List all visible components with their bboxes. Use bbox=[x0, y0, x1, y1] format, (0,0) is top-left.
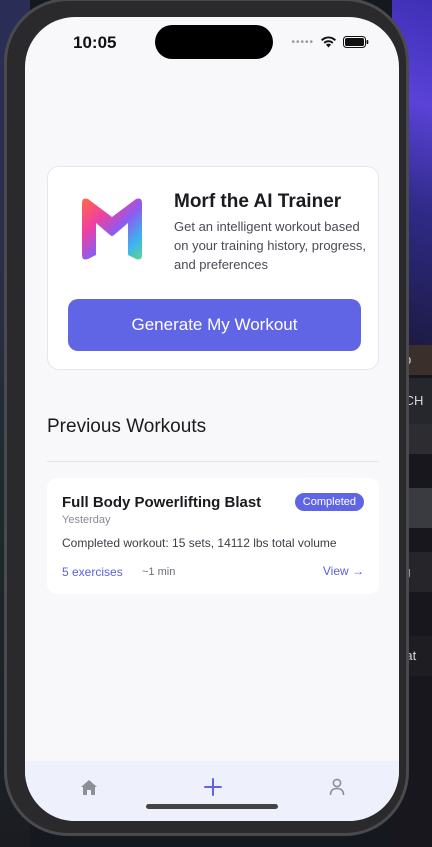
status-badge: Completed bbox=[294, 493, 364, 511]
dynamic-island bbox=[155, 25, 273, 59]
app-screen: 10:05 ••••• Morf the AI Trainer Get an i… bbox=[25, 17, 399, 821]
card-description: Get an intelligent workout based on your… bbox=[174, 219, 366, 272]
plus-icon bbox=[204, 778, 222, 796]
tab-home[interactable] bbox=[77, 775, 101, 799]
workout-summary: Completed workout: 15 sets, 14112 lbs to… bbox=[62, 536, 337, 550]
workout-card[interactable]: Full Body Powerlifting Blast Completed Y… bbox=[47, 478, 379, 594]
phone-frame: 10:05 ••••• Morf the AI Trainer Get an i… bbox=[4, 0, 409, 836]
home-indicator bbox=[146, 804, 278, 809]
card-title: Morf the AI Trainer bbox=[174, 191, 342, 212]
workout-date: Yesterday bbox=[62, 514, 111, 526]
battery-icon bbox=[343, 36, 369, 48]
status-bar: 10:05 ••••• bbox=[25, 17, 399, 71]
tab-bar bbox=[25, 761, 399, 821]
view-workout-link[interactable]: View → bbox=[323, 564, 364, 578]
generate-workout-button[interactable]: Generate My Workout bbox=[68, 299, 361, 351]
divider bbox=[47, 461, 379, 462]
ai-trainer-card: Morf the AI Trainer Get an intelligent w… bbox=[47, 166, 379, 370]
person-icon bbox=[329, 778, 345, 796]
status-time: 10:05 bbox=[73, 33, 117, 52]
morf-logo-icon bbox=[82, 198, 142, 260]
workout-title: Full Body Powerlifting Blast bbox=[62, 494, 262, 511]
tab-profile[interactable] bbox=[325, 775, 349, 799]
workout-duration: ~1 min bbox=[142, 566, 176, 578]
signal-dots-icon: ••••• bbox=[291, 36, 314, 48]
exercise-count: 5 exercises bbox=[62, 565, 123, 579]
section-title: Previous Workouts bbox=[47, 416, 207, 437]
tab-add[interactable] bbox=[201, 775, 225, 799]
wifi-icon bbox=[321, 36, 336, 48]
status-icons: ••••• bbox=[291, 36, 369, 48]
home-icon bbox=[81, 779, 97, 795]
